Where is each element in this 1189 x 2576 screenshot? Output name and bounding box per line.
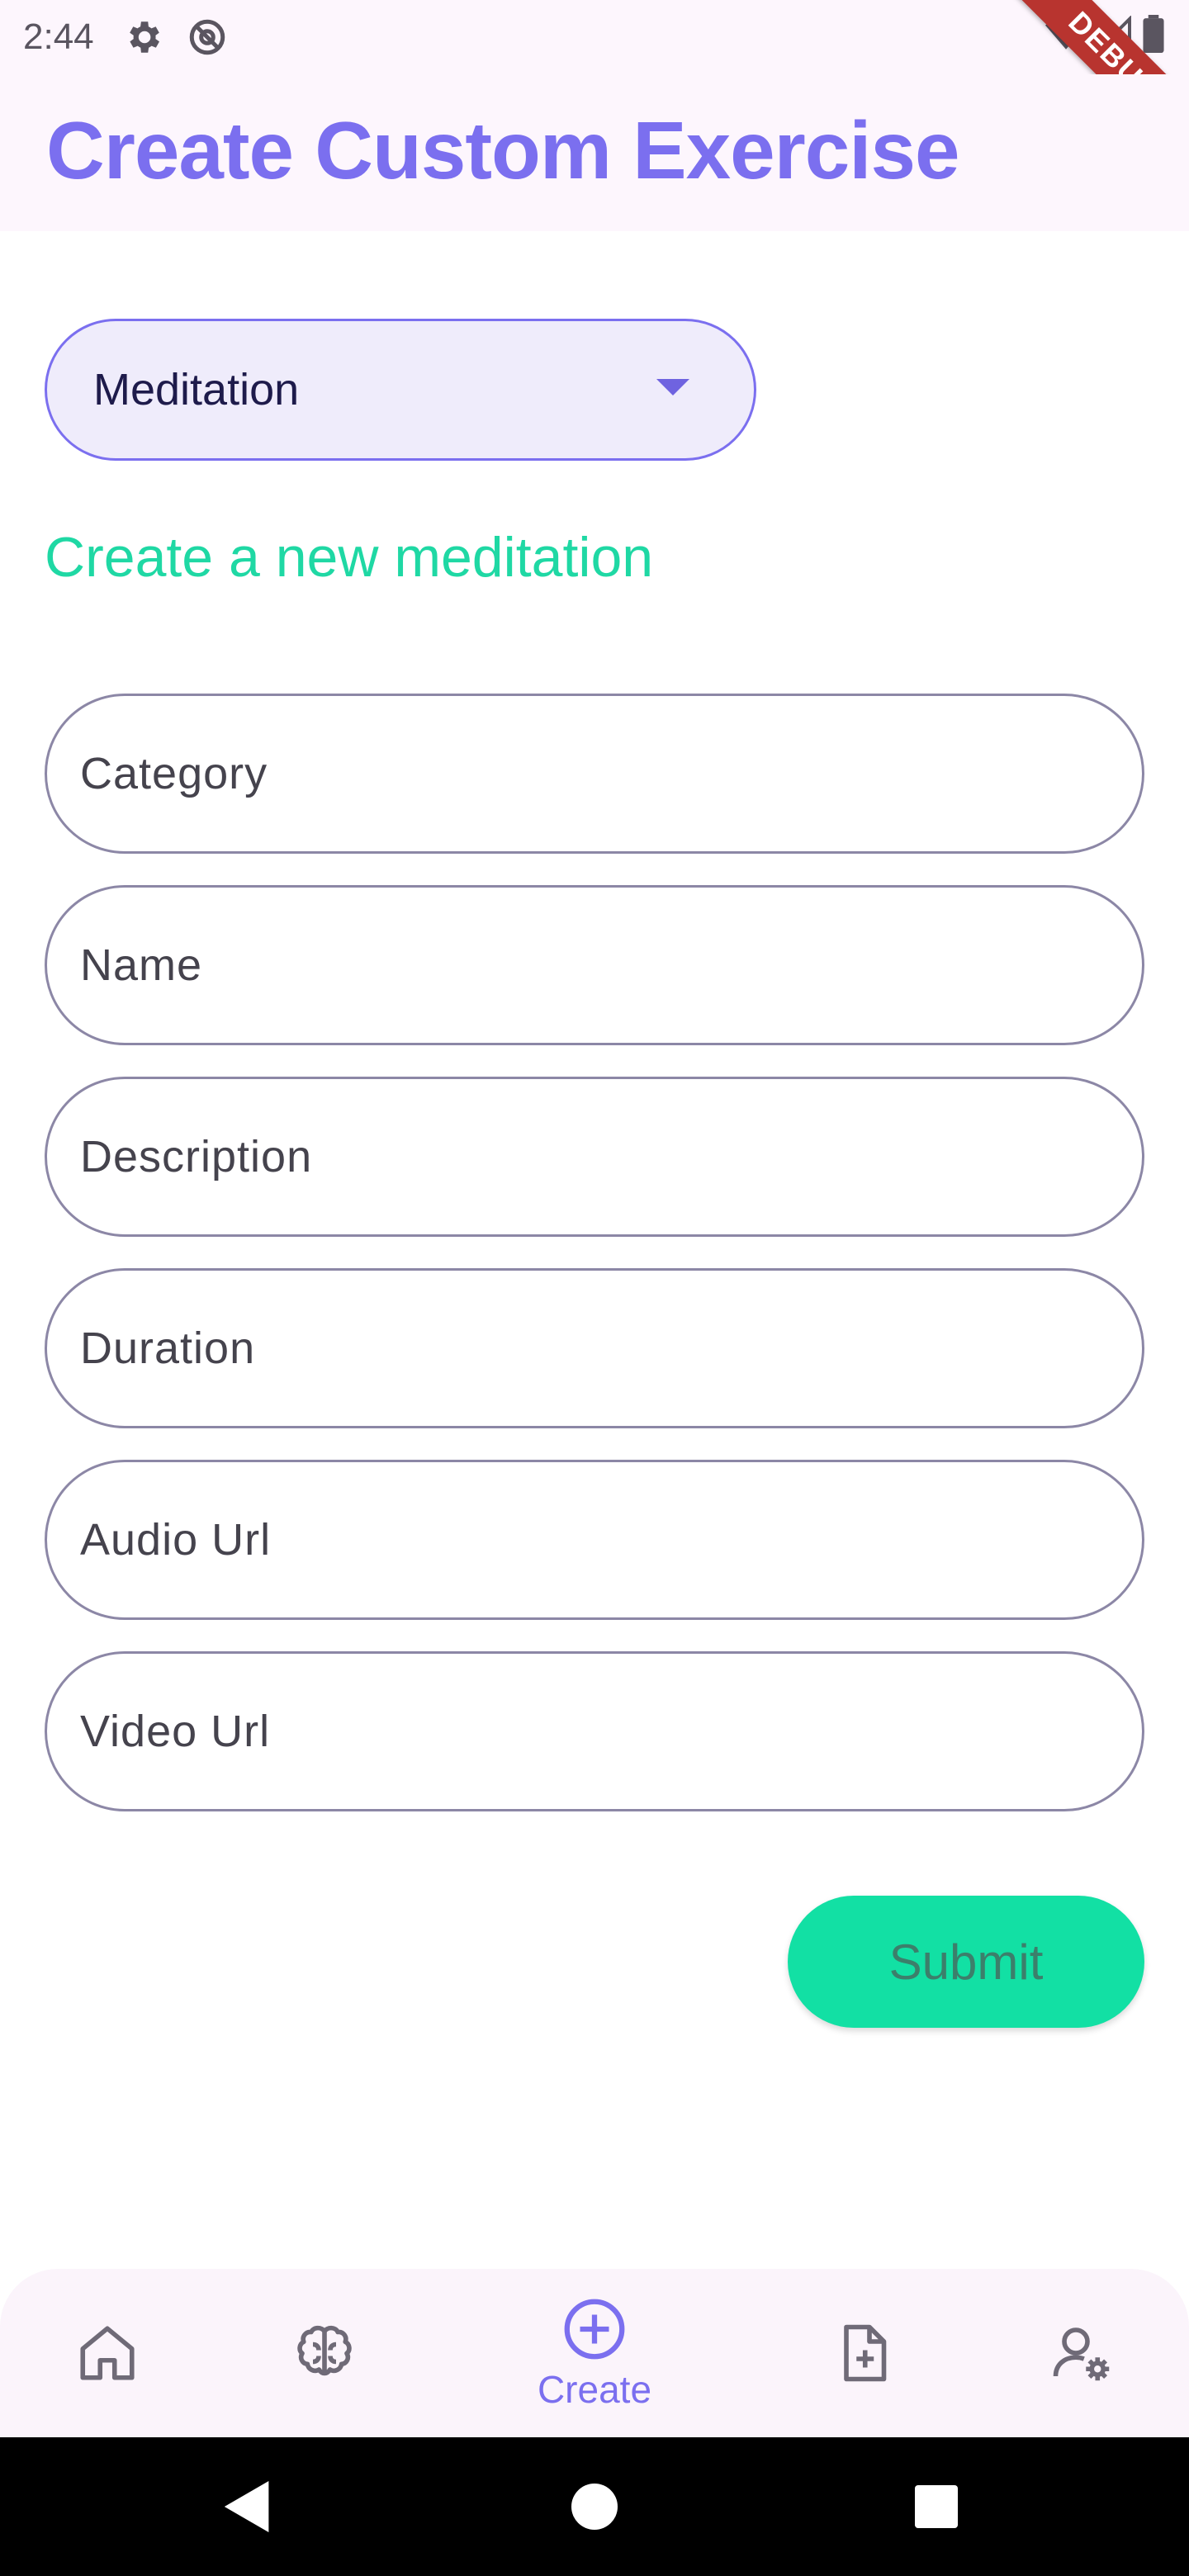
exercise-type-dropdown[interactable]: Meditation (45, 319, 756, 461)
video-url-field[interactable]: Video Url (45, 1651, 1144, 1811)
audio-url-field[interactable]: Audio Url (45, 1460, 1144, 1620)
duration-field-label: Duration (80, 1324, 256, 1373)
home-circle-icon (571, 2484, 618, 2530)
app-bar: Create Custom Exercise (0, 74, 1189, 231)
system-nav-bar (0, 2437, 1189, 2576)
description-field-label: Description (80, 1132, 313, 1181)
section-title: Create a new meditation (45, 526, 654, 589)
back-icon (224, 2481, 269, 2532)
video-url-field-label: Video Url (80, 1707, 271, 1756)
page-title: Create Custom Exercise (46, 105, 960, 196)
name-field[interactable]: Name (45, 885, 1144, 1045)
audio-url-field-label: Audio Url (80, 1515, 272, 1565)
description-field[interactable]: Description (45, 1077, 1144, 1237)
battery-icon (1143, 15, 1164, 53)
nav-create[interactable]: Create (512, 2269, 677, 2437)
name-field-label: Name (80, 940, 203, 990)
bottom-nav: Create (0, 2269, 1189, 2437)
status-time: 2:44 (23, 17, 94, 57)
status-bar: 2:44 (0, 0, 1189, 74)
dropdown-selected-value: Meditation (93, 365, 300, 414)
dropdown-arrow-icon (656, 379, 689, 395)
home-button[interactable] (545, 2437, 644, 2576)
back-button[interactable] (198, 2437, 297, 2576)
add-circle-icon (564, 2299, 625, 2360)
duration-field[interactable]: Duration (45, 1268, 1144, 1428)
nav-create-label: Create (537, 2368, 652, 2411)
add-file-icon (844, 2324, 887, 2382)
submit-button-label: Submit (888, 1934, 1044, 1990)
recents-icon (915, 2485, 958, 2528)
category-field[interactable]: Category (45, 694, 1144, 854)
category-field-label: Category (80, 749, 268, 798)
nav-home[interactable] (25, 2269, 190, 2437)
nav-add-file[interactable] (781, 2269, 946, 2437)
at-sign-icon (189, 19, 225, 55)
submit-button[interactable]: Submit (788, 1896, 1144, 2028)
nav-user-settings[interactable] (999, 2269, 1164, 2437)
user-settings-icon (1053, 2327, 1110, 2381)
gear-icon (129, 21, 159, 53)
brain-icon (297, 2325, 352, 2376)
recents-button[interactable] (887, 2437, 986, 2576)
nav-exercises[interactable] (242, 2269, 407, 2437)
home-icon (80, 2326, 135, 2380)
